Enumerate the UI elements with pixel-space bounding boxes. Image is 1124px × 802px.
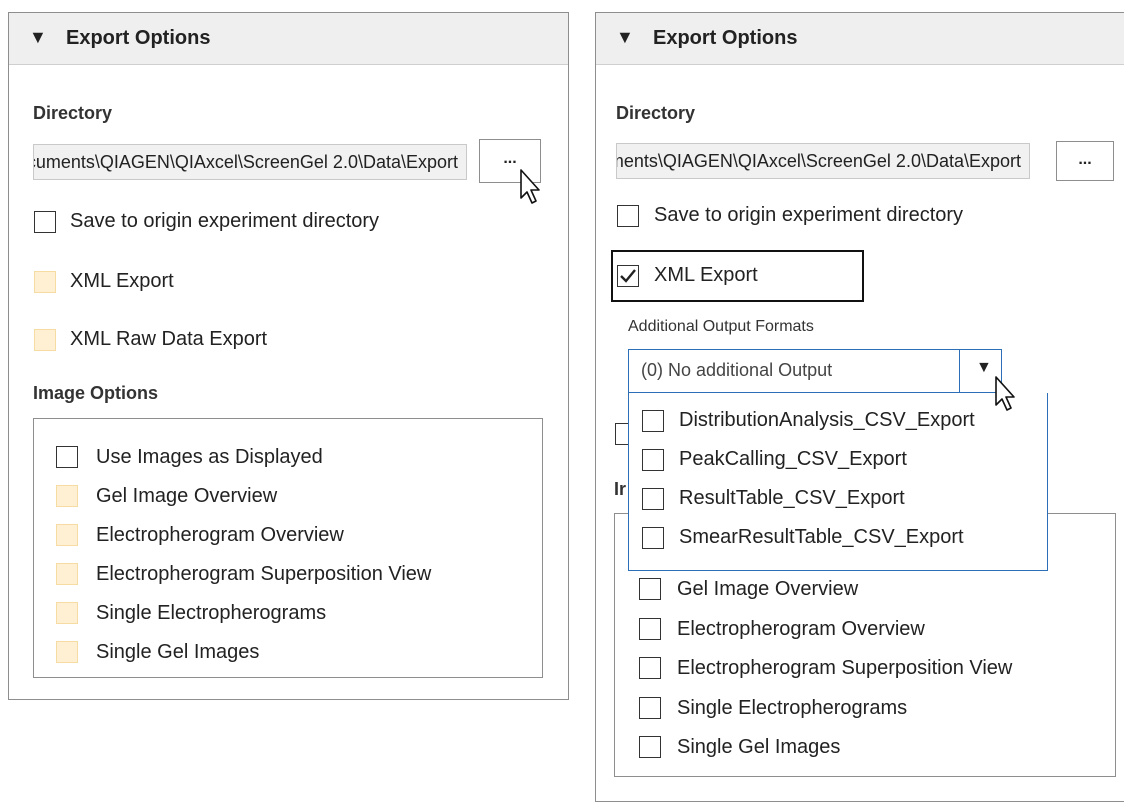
image-option-label: Single Gel Images [96, 641, 260, 663]
directory-label: Directory [616, 103, 696, 123]
xml-export-checkbox[interactable] [34, 271, 56, 293]
smear-result-table-csv-checkbox[interactable] [642, 527, 664, 549]
xml-export-checkbox-checked[interactable] [617, 265, 639, 287]
dropdown-option-label[interactable]: DistributionAnalysis_CSV_Export [679, 409, 975, 432]
save-origin-label: Save to origin experiment directory [70, 210, 380, 232]
image-option-label: Electropherogram Overview [96, 524, 344, 546]
dropdown-value: (0) No additional Output [641, 360, 833, 380]
save-origin-checkbox[interactable] [617, 205, 639, 227]
directory-label: Directory [33, 103, 113, 123]
mouse-pointer-icon [520, 169, 540, 204]
gel-image-overview-checkbox[interactable] [639, 578, 661, 600]
dropdown-option-label[interactable]: SmearResultTable_CSV_Export [679, 526, 964, 549]
collapse-triangle-icon[interactable]: ▼ [29, 27, 47, 48]
panel-header[interactable]: ▼ Export Options [596, 13, 1124, 65]
dropdown-arrow-icon[interactable]: ▼ [976, 359, 992, 377]
image-option-label: Electropherogram Overview [677, 618, 925, 640]
image-options-label: Image Options [33, 383, 159, 403]
additional-output-dropdown[interactable]: (0) No additional Output ▼ [628, 349, 1002, 393]
single-electropherograms-checkbox[interactable] [639, 697, 661, 719]
electropherogram-superposition-checkbox[interactable] [639, 657, 661, 679]
electropherogram-overview-checkbox[interactable] [56, 524, 78, 546]
additional-output-dropdown-list: DistributionAnalysis_CSV_Export PeakCall… [628, 393, 1048, 571]
image-option-label: Single Electropherograms [96, 602, 327, 624]
electropherogram-overview-checkbox[interactable] [639, 618, 661, 640]
use-images-as-displayed-checkbox[interactable] [56, 446, 78, 468]
single-gel-images-checkbox[interactable] [639, 736, 661, 758]
peak-calling-csv-checkbox[interactable] [642, 449, 664, 471]
export-options-panel-right: ▼ Export Options Directory C:\Users\Publ… [595, 12, 1124, 802]
dropdown-option-label[interactable]: PeakCalling_CSV_Export [679, 448, 907, 471]
checkmark-icon [620, 269, 636, 283]
distribution-analysis-csv-checkbox[interactable] [642, 410, 664, 432]
panel-title: Export Options [653, 27, 798, 49]
dropdown-divider [959, 350, 960, 392]
ellipsis-icon: ... [503, 150, 517, 167]
image-option-label: Gel Image Overview [677, 578, 859, 600]
electropherogram-superposition-checkbox[interactable] [56, 563, 78, 585]
image-options-group: Use Images as Displayed Gel Image Overvi… [33, 418, 543, 678]
dropdown-option-label[interactable]: ResultTable_CSV_Export [679, 487, 905, 510]
save-origin-checkbox[interactable] [34, 211, 56, 233]
panel-header[interactable]: ▼ Export Options [9, 13, 568, 65]
xml-export-label: XML Export [70, 270, 174, 292]
image-option-label: Single Electropherograms [677, 697, 908, 719]
collapse-triangle-icon[interactable]: ▼ [616, 27, 634, 48]
save-origin-label: Save to origin experiment directory [654, 204, 964, 226]
image-option-label: Gel Image Overview [96, 485, 278, 507]
single-electropherograms-checkbox[interactable] [56, 602, 78, 624]
additional-output-formats-label: Additional Output Formats [628, 318, 814, 335]
image-option-label: Single Gel Images [677, 736, 841, 758]
gel-image-overview-checkbox[interactable] [56, 485, 78, 507]
directory-path-field[interactable]: C:\Users\Public\Documents\QIAGEN\QIAxcel… [616, 143, 1030, 179]
single-gel-images-checkbox[interactable] [56, 641, 78, 663]
image-options-label-partial: Ir [614, 479, 627, 499]
image-option-label: Electropherogram Superposition View [677, 657, 1013, 679]
directory-path-field[interactable]: C:\Users\Public\Documents\QIAGEN\QIAxcel… [33, 144, 467, 180]
export-options-panel-left: ▼ Export Options Directory C:\Users\Publ… [8, 12, 569, 700]
browse-button[interactable]: ... [1056, 141, 1114, 181]
image-option-label: Use Images as Displayed [96, 446, 323, 468]
mouse-pointer-icon [995, 376, 1015, 411]
image-option-label: Electropherogram Superposition View [96, 563, 432, 585]
panel-title: Export Options [66, 27, 211, 49]
xml-raw-export-label: XML Raw Data Export [70, 328, 268, 350]
ellipsis-icon: ... [1078, 151, 1092, 168]
result-table-csv-checkbox[interactable] [642, 488, 664, 510]
xml-raw-export-checkbox[interactable] [34, 329, 56, 351]
xml-export-label: XML Export [654, 264, 758, 286]
